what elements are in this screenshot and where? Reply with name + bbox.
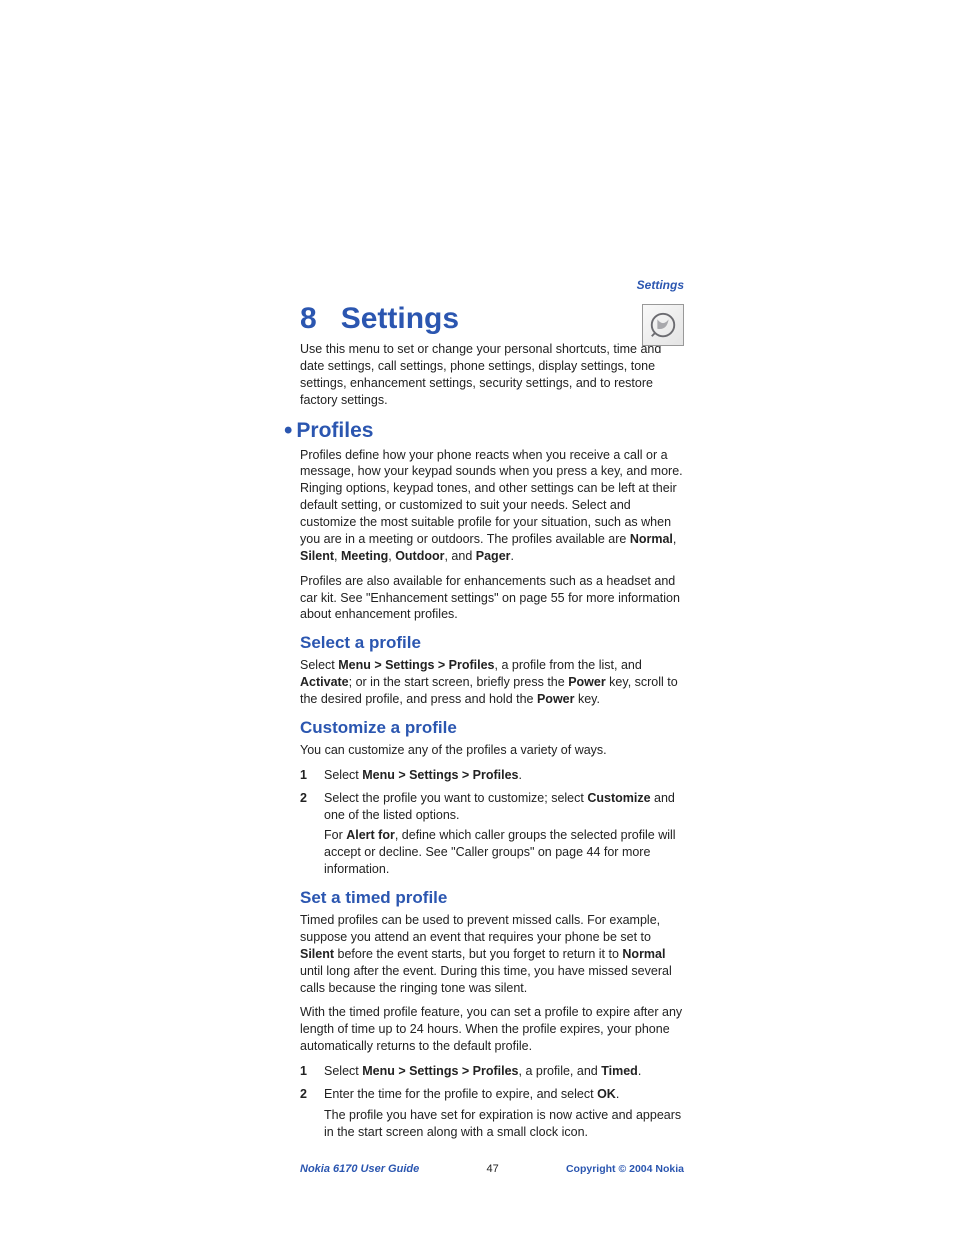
subsection-heading-select: Select a profile <box>300 633 684 653</box>
bullet-icon: • <box>284 421 292 440</box>
chapter-heading-row: 8 Settings <box>300 302 684 335</box>
chapter-intro: Use this menu to set or change your pers… <box>300 341 684 409</box>
footer-page-number: 47 <box>486 1163 498 1175</box>
section-heading-text: Profiles <box>296 419 373 442</box>
customize-intro: You can customize any of the profiles a … <box>300 742 684 759</box>
profiles-paragraph-2: Profiles are also available for enhancem… <box>300 573 684 624</box>
header-section-label: Settings <box>300 278 684 292</box>
profiles-paragraph-1: Profiles define how your phone reacts wh… <box>300 447 684 565</box>
footer-copyright: Copyright © 2004 Nokia <box>566 1163 684 1175</box>
list-item-note: For Alert for, define which caller group… <box>324 827 684 878</box>
chapter-title-text: Settings <box>341 302 459 335</box>
list-item: Select Menu > Settings > Profiles. <box>300 767 684 784</box>
settings-icon <box>642 304 684 346</box>
select-paragraph: Select Menu > Settings > Profiles, a pro… <box>300 657 684 708</box>
timed-steps: Select Menu > Settings > Profiles, a pro… <box>300 1063 684 1141</box>
timed-paragraph-2: With the timed profile feature, you can … <box>300 1004 684 1055</box>
section-heading-profiles: •Profiles <box>284 419 684 443</box>
list-item: Enter the time for the profile to expire… <box>300 1086 684 1141</box>
list-item: Select Menu > Settings > Profiles, a pro… <box>300 1063 684 1080</box>
customize-steps: Select Menu > Settings > Profiles. Selec… <box>300 767 684 878</box>
subsection-heading-timed: Set a timed profile <box>300 888 684 908</box>
chapter-title: 8 Settings <box>300 302 684 335</box>
chapter-number: 8 <box>300 302 317 335</box>
timed-paragraph-1: Timed profiles can be used to prevent mi… <box>300 912 684 996</box>
list-item: Select the profile you want to customize… <box>300 790 684 878</box>
list-item-note: The profile you have set for expiration … <box>324 1107 684 1141</box>
footer-guide-title: Nokia 6170 User Guide <box>300 1163 419 1175</box>
page-footer: Nokia 6170 User Guide 47 Copyright © 200… <box>300 1163 684 1175</box>
manual-page: Settings 8 Settings Use this menu to set … <box>0 0 954 1175</box>
subsection-heading-customize: Customize a profile <box>300 718 684 738</box>
